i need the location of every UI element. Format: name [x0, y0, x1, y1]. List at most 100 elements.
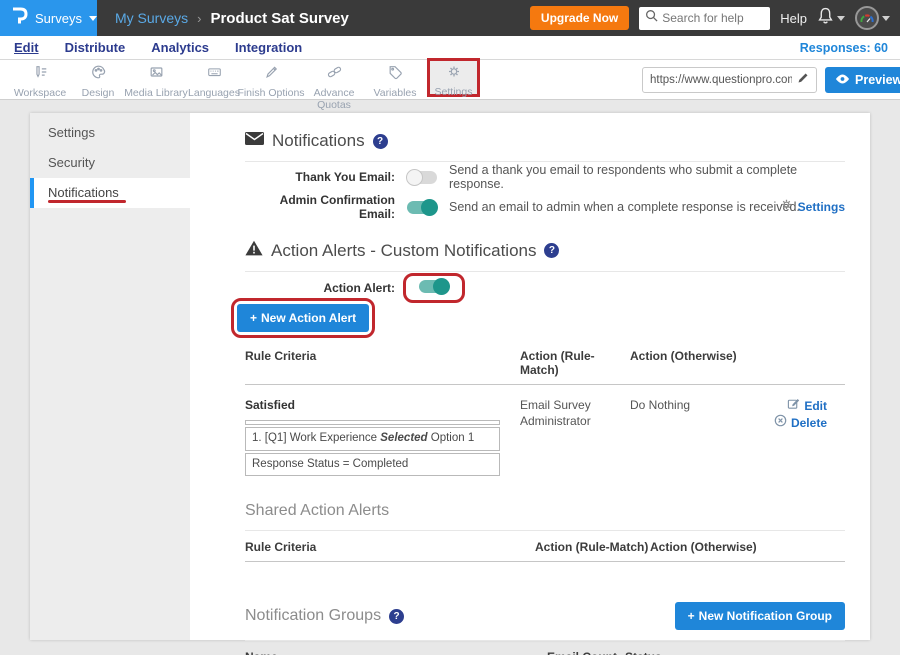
- toggle-knob: [406, 169, 423, 186]
- column-header: Rule Criteria: [245, 340, 520, 385]
- image-icon: [148, 67, 165, 84]
- annotation-box-button: +New Action Alert: [231, 298, 375, 338]
- tab-edit[interactable]: Edit: [14, 40, 39, 55]
- admin-confirmation-email-label: Admin Confirmation Email:: [245, 193, 395, 221]
- upgrade-now-button[interactable]: Upgrade Now: [530, 6, 629, 30]
- sidebar-item-label: Settings: [48, 125, 95, 140]
- column-header: Action (Rule-Match): [535, 531, 650, 562]
- sidebar-item-label: Security: [48, 155, 95, 170]
- workspace-icon: [32, 67, 49, 84]
- help-circle-icon[interactable]: ?: [373, 134, 388, 149]
- thank-you-email-toggle[interactable]: [407, 171, 437, 184]
- notification-groups-title: Notification Groups: [245, 607, 381, 625]
- toolbar-item-settings[interactable]: Settings: [427, 58, 480, 97]
- criteria-box: Response Status = Completed: [245, 453, 500, 477]
- action-otherwise-cell: Do Nothing: [630, 385, 745, 476]
- help-circle-icon[interactable]: ?: [544, 243, 559, 258]
- account-menu[interactable]: [855, 6, 890, 30]
- action-alert-toggle-row: Action Alert:: [245, 272, 845, 304]
- help-search-box[interactable]: [639, 7, 770, 30]
- toolbar-label: Variables: [359, 87, 431, 99]
- envelope-icon: [245, 132, 264, 150]
- edit-icon: [787, 397, 800, 414]
- notification-groups-title-row: Notification Groups ?: [245, 607, 404, 625]
- plus-icon: +: [250, 311, 257, 325]
- criteria-text: 1. [Q1] Work Experience: [252, 432, 380, 444]
- header-actions: Upgrade Now Help: [530, 6, 900, 30]
- action-alerts-table-header: Rule Criteria Action (Rule-Match) Action…: [245, 340, 845, 385]
- column-header: Status: [625, 641, 745, 655]
- action-alert-label: Action Alert:: [245, 281, 395, 295]
- notifications-section-title: Notifications ?: [245, 131, 845, 151]
- delete-alert-link[interactable]: Delete: [774, 414, 827, 431]
- thank-you-email-row: Thank You Email: Send a thank you email …: [245, 162, 845, 192]
- toolbar-item-variables[interactable]: Variables: [359, 64, 431, 99]
- sidebar-item-security[interactable]: Security: [30, 148, 190, 178]
- avatar: [855, 6, 879, 30]
- breadcrumb-separator: ›: [197, 11, 201, 26]
- column-header: Rule Criteria: [245, 531, 535, 562]
- sidebar-item-settings[interactable]: Settings: [30, 118, 190, 148]
- toggle-knob: [421, 199, 438, 216]
- criteria-text: Option 1: [428, 432, 475, 444]
- admin-confirmation-email-description: Send an email to admin when a complete r…: [449, 200, 800, 214]
- notifications-bell-menu[interactable]: [817, 7, 845, 30]
- help-circle-icon[interactable]: ?: [389, 609, 404, 624]
- preview-button[interactable]: Preview: [825, 67, 900, 93]
- admin-confirmation-email-toggle[interactable]: [407, 201, 437, 214]
- thank-you-email-label: Thank You Email:: [245, 170, 395, 184]
- breadcrumb: My Surveys › Product Sat Survey: [115, 10, 349, 27]
- help-link[interactable]: Help: [780, 11, 807, 26]
- chain-link-icon: [326, 67, 343, 84]
- shared-alerts-table-header: Rule Criteria Action (Rule-Match) Action…: [245, 531, 845, 562]
- responses-count[interactable]: Responses: 60: [800, 41, 888, 55]
- top-header-bar: Surveys My Surveys › Product Sat Survey …: [0, 0, 900, 36]
- row-actions-cell: Edit Delete: [745, 385, 845, 476]
- breadcrumb-parent-link[interactable]: My Surveys: [115, 10, 188, 26]
- plus-icon: +: [688, 609, 695, 623]
- toolbar-label: Finish Options: [235, 87, 307, 99]
- product-menu[interactable]: Surveys: [0, 0, 97, 36]
- toggle-knob: [433, 278, 450, 295]
- section-title-text: Action Alerts - Custom Notifications: [271, 241, 536, 261]
- survey-nav-tabs: Edit Distribute Analytics Integration Re…: [0, 36, 900, 60]
- search-icon: [645, 9, 658, 27]
- settings-sidebar: Settings Security Notifications: [30, 113, 190, 640]
- new-action-alert-button[interactable]: +New Action Alert: [237, 304, 369, 332]
- section-title-text: Notifications: [272, 131, 365, 151]
- admin-email-settings-link[interactable]: Settings: [780, 198, 845, 216]
- pen-icon: [263, 67, 280, 84]
- criteria-box: 1. [Q1] Work Experience Selected Option …: [245, 427, 500, 451]
- help-search-input[interactable]: [662, 11, 762, 25]
- criteria-box-empty: [245, 420, 500, 425]
- new-action-alert-row: +New Action Alert: [245, 304, 845, 338]
- column-header: Action (Rule-Match): [520, 340, 630, 385]
- gear-icon: [446, 66, 462, 83]
- edit-url-pencil-icon[interactable]: [797, 71, 809, 89]
- column-header: Email Count: [547, 641, 625, 655]
- sidebar-item-label: Notifications: [48, 185, 119, 200]
- toolbar-label: Settings: [430, 86, 477, 98]
- column-header: Action (Otherwise): [630, 340, 745, 385]
- button-label: New Notification Group: [699, 609, 832, 623]
- annotation-underline: [48, 200, 126, 203]
- settings-content-card: Settings Security Notifications Notifica…: [30, 113, 870, 640]
- criteria-emphasis: Selected: [380, 432, 427, 444]
- thank-you-email-description: Send a thank you email to respondents wh…: [449, 163, 845, 191]
- edit-alert-link[interactable]: Edit: [787, 397, 827, 414]
- survey-url-field[interactable]: https://www.questionpro.com/t/: [642, 67, 817, 93]
- tab-analytics[interactable]: Analytics: [151, 40, 209, 55]
- groups-table-header: Name Email Count Status: [245, 641, 845, 655]
- new-notification-group-button[interactable]: + New Notification Group: [675, 602, 845, 630]
- sidebar-item-notifications[interactable]: Notifications: [30, 178, 190, 208]
- toolbar-item-finish-options[interactable]: Finish Options: [235, 64, 307, 99]
- action-alert-table-row: Satisfied 1. [Q1] Work Experience Select…: [245, 385, 845, 476]
- bell-icon: [817, 7, 834, 30]
- rule-criteria-cell: Satisfied 1. [Q1] Work Experience Select…: [245, 385, 520, 476]
- action-alert-toggle[interactable]: [419, 280, 449, 293]
- admin-confirmation-email-row: Admin Confirmation Email: Send an email …: [245, 192, 845, 222]
- notifications-panel: Notifications ? Thank You Email: Send a …: [190, 113, 870, 640]
- tab-distribute[interactable]: Distribute: [65, 40, 126, 55]
- notification-groups-header: Notification Groups ? + New Notification …: [245, 602, 845, 630]
- tab-integration[interactable]: Integration: [235, 40, 302, 55]
